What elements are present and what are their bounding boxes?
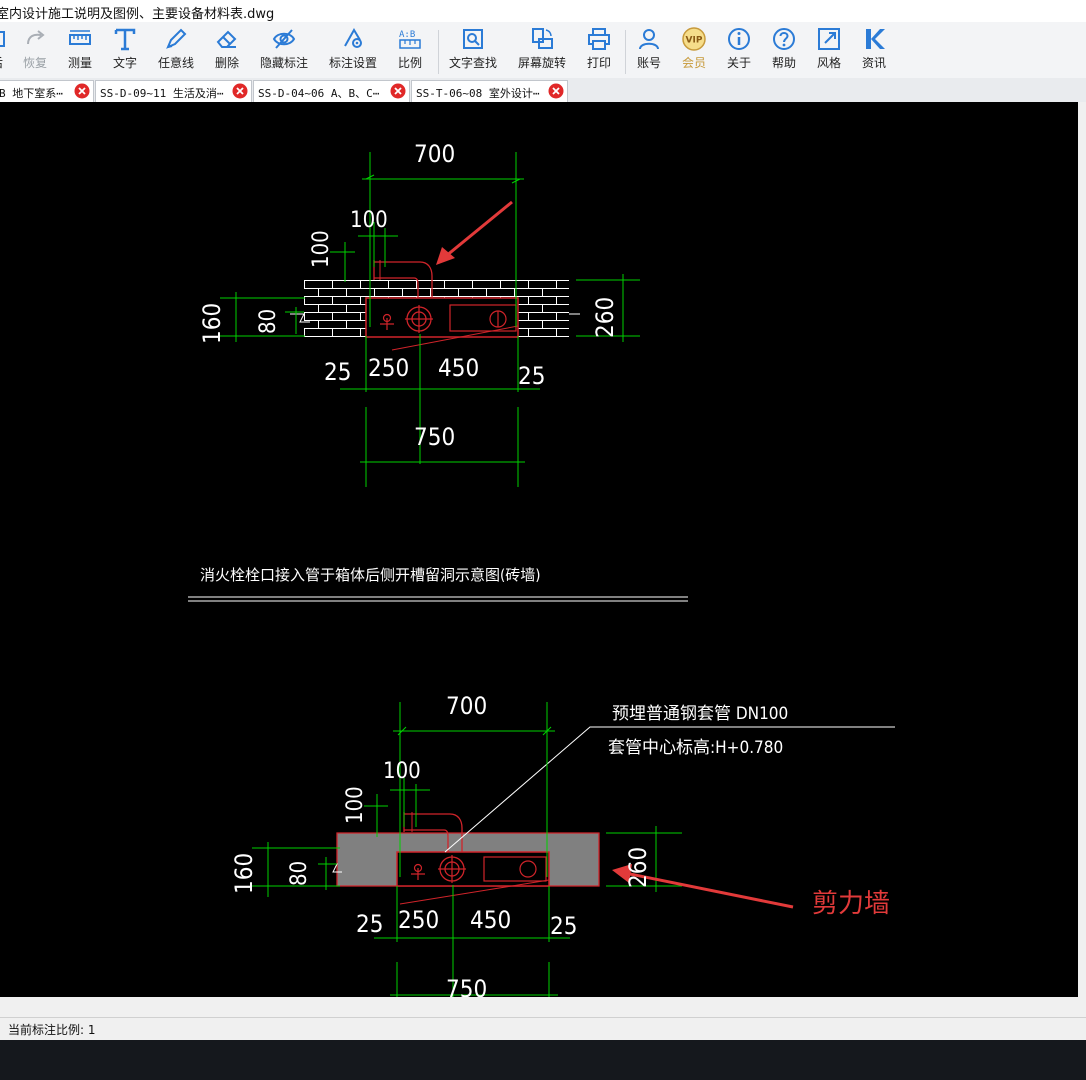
dim-160-bottom: 160 <box>230 853 258 894</box>
dim-750-bottom: 750 <box>446 975 487 997</box>
dim-260: 260 <box>591 297 619 338</box>
text-search-button[interactable]: 文字查找 <box>446 26 500 76</box>
style-button[interactable]: 风格 <box>812 26 846 76</box>
bottom-detail: 700 100 100 160 80 260 25 250 450 25 750… <box>230 692 895 997</box>
close-tab-icon[interactable] <box>548 83 564 99</box>
vertical-scrollbar[interactable] <box>1078 102 1086 997</box>
scale-button[interactable]: A:B 比例 <box>393 26 427 76</box>
document-tabs: B 地下室系⋯ SS-D-09~11 生活及消⋯ SS-D-04~06 A、B、… <box>0 78 1086 103</box>
hide-annotation-button[interactable]: 隐藏标注 <box>257 26 311 76</box>
redo-button[interactable]: 恢复 <box>18 26 52 76</box>
about-button[interactable]: 关于 <box>722 26 756 76</box>
taskbar-area <box>0 1040 1086 1080</box>
annotation-scale-status: 当前标注比例: 1 <box>8 1023 96 1037</box>
close-tab-icon[interactable] <box>390 83 406 99</box>
toolbar-clipped-button[interactable]: 后 <box>0 26 8 76</box>
scale-ab-icon: A:B <box>399 30 421 49</box>
svg-text:A:B: A:B <box>399 30 415 40</box>
dim-25-left-bottom: 25 <box>356 910 383 938</box>
help-button[interactable]: 帮助 <box>767 26 801 76</box>
dim-100-horizontal: 100 <box>350 208 388 233</box>
freeline-button[interactable]: 任意线 <box>155 26 197 76</box>
toolbar: 后 恢复 测量 文字 任意线 删除 隐藏标注 标注设置 A:B 比例 文字查找 … <box>0 22 1086 79</box>
screen-rotate-button[interactable]: 屏幕旋转 <box>515 26 569 76</box>
dim-80-bottom: 80 <box>287 861 312 886</box>
shear-wall-label: 剪力墙 <box>812 889 890 919</box>
sleeve-note: 预埋普通钢套管 DN100 <box>612 704 788 724</box>
tab-ss-d-09-11[interactable]: SS-D-09~11 生活及消⋯ <box>95 80 252 102</box>
print-button[interactable]: 打印 <box>582 26 616 76</box>
eye-slash-icon <box>272 29 296 49</box>
measure-button[interactable]: 测量 <box>63 26 97 76</box>
dim-260-bottom: 260 <box>624 847 652 888</box>
dim-25-right: 25 <box>518 362 545 390</box>
dim-100-vertical-bottom: 100 <box>343 786 368 824</box>
toolbar-separator <box>625 30 626 74</box>
dim-25-left: 25 <box>324 358 351 386</box>
tab-basement-system[interactable]: B 地下室系⋯ <box>0 80 94 102</box>
dim-750: 750 <box>414 423 455 451</box>
close-tab-icon[interactable] <box>232 83 248 99</box>
dim-100-vertical: 100 <box>309 230 334 268</box>
info-icon <box>728 28 750 50</box>
dim-700: 700 <box>414 140 455 168</box>
top-detail: 700 100 100 160 80 260 25 250 450 25 750 <box>198 140 640 487</box>
account-button[interactable]: 账号 <box>632 26 666 76</box>
annotation-gear-icon <box>344 28 362 48</box>
k-logo-icon <box>866 29 885 49</box>
rotate-screen-icon <box>532 28 553 49</box>
cad-drawing: 700 100 100 160 80 260 25 250 450 25 750… <box>188 140 895 997</box>
redo-icon <box>27 30 45 45</box>
ruler-icon <box>69 30 91 45</box>
tab-ss-t-06-08[interactable]: SS-T-06~08 室外设计⋯ <box>411 80 568 102</box>
dim-250: 250 <box>368 354 409 382</box>
dim-700-bottom: 700 <box>446 692 487 720</box>
clipped-icon <box>0 31 5 47</box>
close-tab-icon[interactable] <box>74 83 90 99</box>
caption-underline <box>188 596 688 602</box>
dim-25-right-bottom: 25 <box>550 912 577 940</box>
expand-style-icon <box>818 28 840 50</box>
tab-ss-d-04-06[interactable]: SS-D-04~06 A、B、C⋯ <box>253 80 410 102</box>
drawing-canvas[interactable]: 700 100 100 160 80 260 25 250 450 25 750… <box>0 102 1078 997</box>
delete-button[interactable]: 删除 <box>210 26 244 76</box>
annotation-settings-button[interactable]: 标注设置 <box>326 26 380 76</box>
user-icon <box>639 29 659 50</box>
dim-450: 450 <box>438 354 479 382</box>
dim-450-bottom: 450 <box>470 906 511 934</box>
detail-caption: 消火栓栓口接入管于箱体后侧开槽留洞示意图(砖墙) <box>200 566 541 584</box>
horizontal-scrollbar[interactable] <box>0 997 1086 1017</box>
title-bar: 室内设计施工说明及图例、主要设备材料表.dwg <box>0 0 1086 22</box>
printer-icon <box>588 28 610 50</box>
vip-badge-icon: VIP <box>682 27 706 51</box>
toolbar-separator <box>438 30 439 74</box>
news-button[interactable]: 资讯 <box>857 26 891 76</box>
dim-250-bottom: 250 <box>398 906 439 934</box>
sleeve-elevation-note: 套管中心标高:H+0.780 <box>608 738 783 758</box>
dim-80: 80 <box>256 309 281 334</box>
help-icon <box>773 28 795 50</box>
text-icon <box>114 28 136 51</box>
status-bar: 当前标注比例: 1 <box>0 1017 1086 1040</box>
vip-button[interactable]: VIP 会员 <box>677 26 711 76</box>
dim-100-horizontal-bottom: 100 <box>383 759 421 784</box>
text-search-icon <box>463 29 483 49</box>
window-title: 室内设计施工说明及图例、主要设备材料表.dwg <box>0 7 275 22</box>
dim-160: 160 <box>198 303 226 344</box>
svg-text:VIP: VIP <box>686 36 703 46</box>
text-button[interactable]: 文字 <box>108 26 142 76</box>
pen-icon <box>166 28 187 49</box>
eraser-icon <box>216 30 237 48</box>
